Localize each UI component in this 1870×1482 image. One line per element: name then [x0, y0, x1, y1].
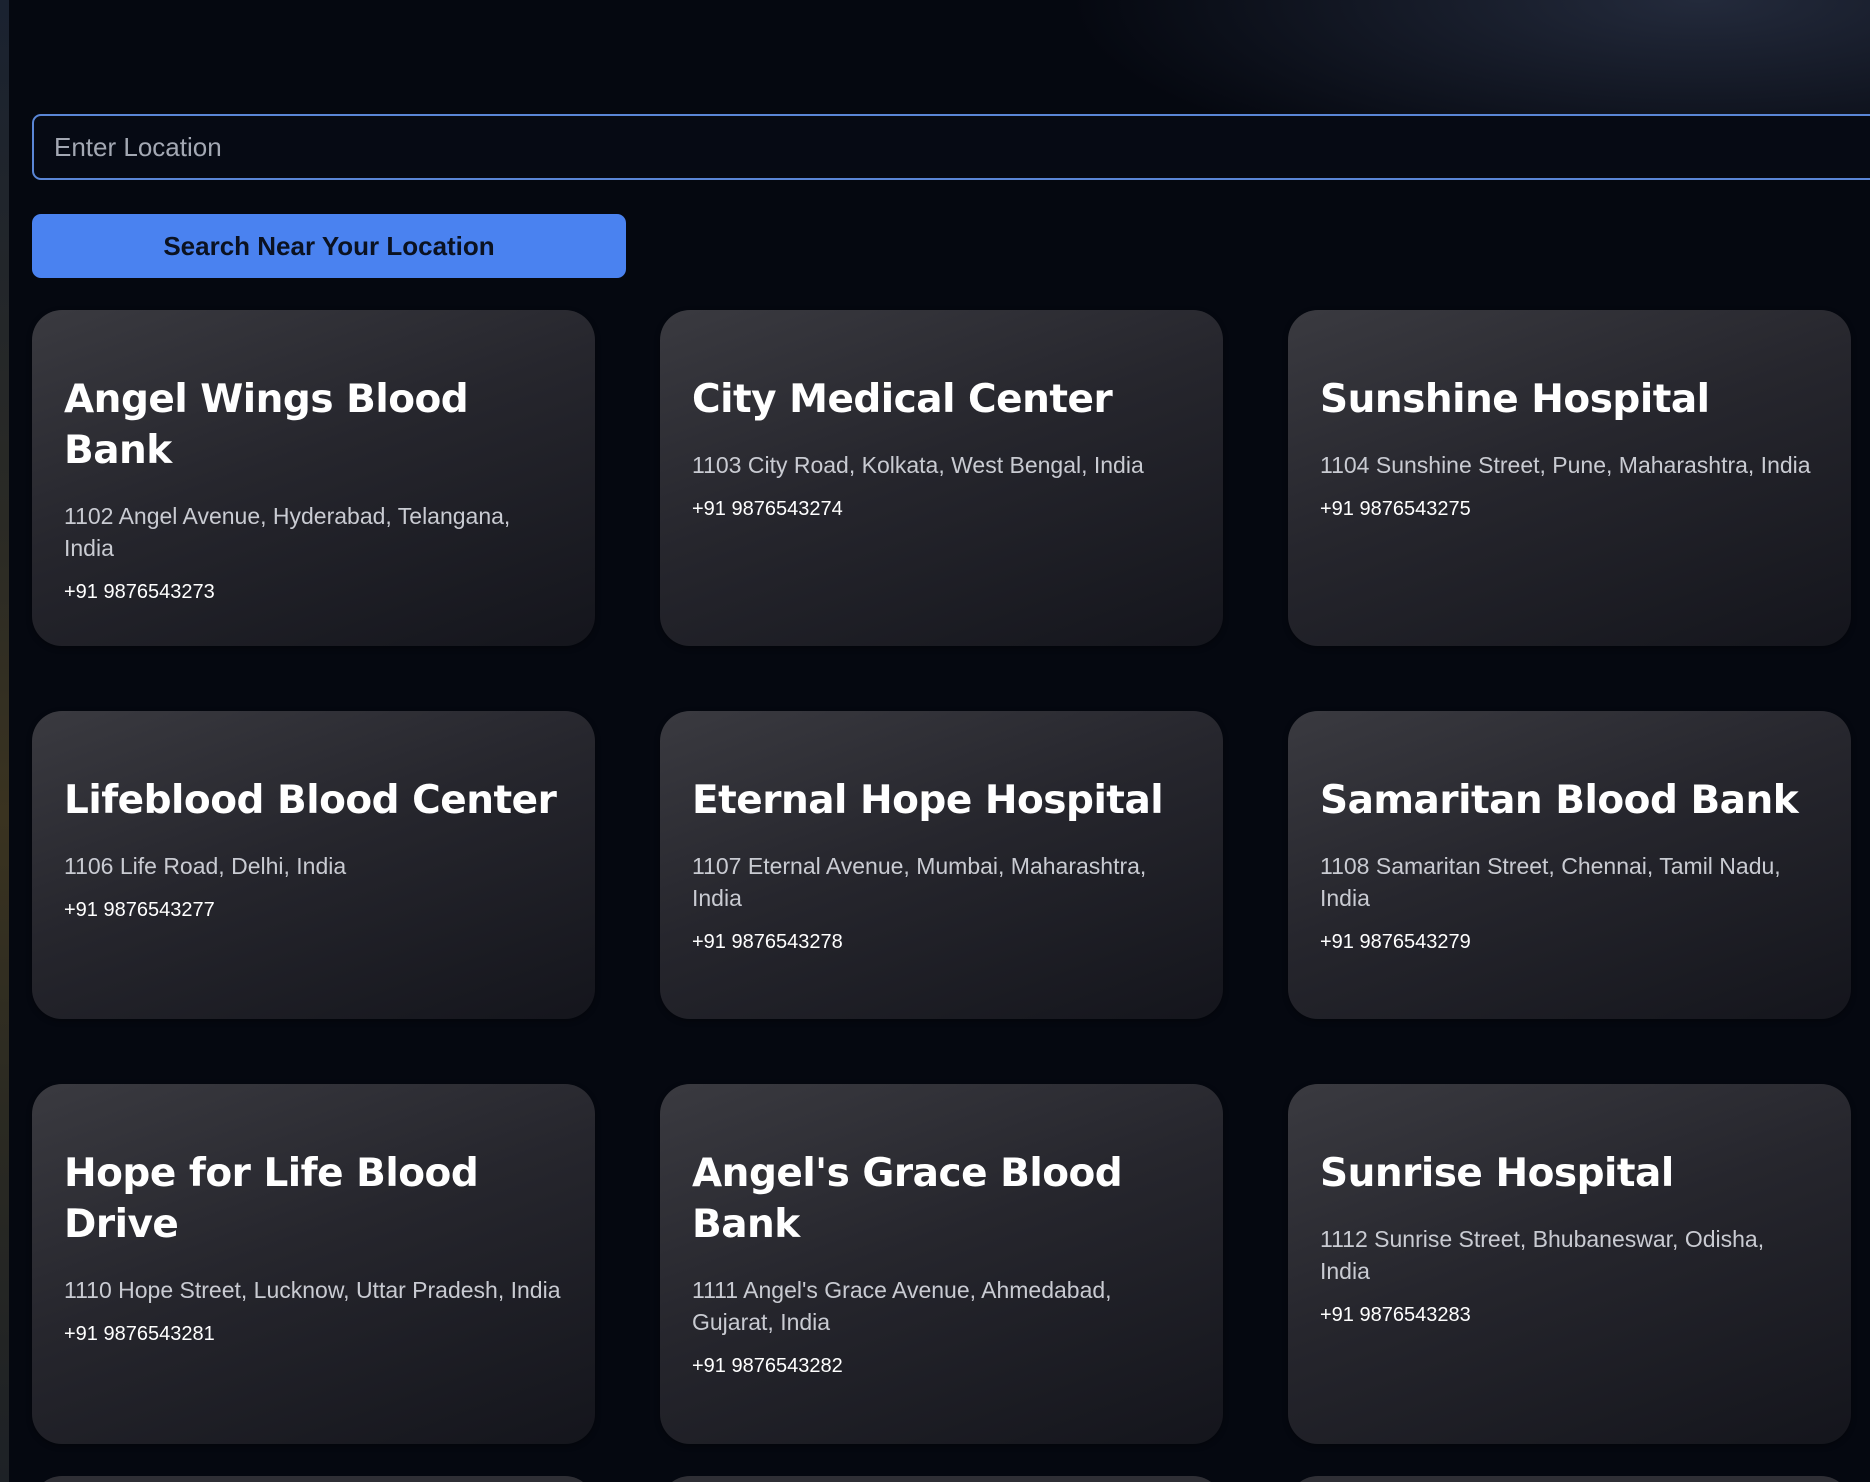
- result-card-peek: [32, 1476, 595, 1482]
- result-card-peek: [1288, 1476, 1851, 1482]
- card-address: 1106 Life Road, Delhi, India: [64, 853, 347, 879]
- card-address: 1111 Angel's Grace Avenue, Ahmedabad, Gu…: [692, 1277, 1112, 1335]
- card-title: Angel's Grace Blood Bank: [692, 1151, 1123, 1247]
- result-card[interactable]: Sunrise Hospital 1112 Sunrise Street, Bh…: [1288, 1084, 1851, 1444]
- result-card[interactable]: Angel Wings Blood Bank 1102 Angel Avenue…: [32, 310, 595, 646]
- card-phone: +91 9876543279: [1320, 931, 1471, 953]
- result-card-peek: [660, 1476, 1223, 1482]
- card-phone: +91 9876543277: [64, 899, 215, 921]
- card-address: 1104 Sunshine Street, Pune, Maharashtra,…: [1320, 452, 1811, 478]
- card-title: Eternal Hope Hospital: [692, 778, 1164, 823]
- location-search-input[interactable]: [32, 114, 1870, 180]
- card-title: Lifeblood Blood Center: [64, 778, 557, 823]
- card-title: Samaritan Blood Bank: [1320, 778, 1799, 823]
- card-phone: +91 9876543282: [692, 1355, 843, 1377]
- card-address: 1102 Angel Avenue, Hyderabad, Telangana,…: [64, 503, 511, 561]
- card-address: 1112 Sunrise Street, Bhubaneswar, Odisha…: [1320, 1226, 1765, 1284]
- search-near-location-button[interactable]: Search Near Your Location: [32, 214, 626, 278]
- results-grid: Angel Wings Blood Bank 1102 Angel Avenue…: [32, 310, 1852, 1444]
- card-phone: +91 9876543273: [64, 581, 215, 603]
- result-card[interactable]: Sunshine Hospital 1104 Sunshine Street, …: [1288, 310, 1851, 646]
- card-title: Sunrise Hospital: [1320, 1151, 1674, 1196]
- result-card[interactable]: Lifeblood Blood Center 1106 Life Road, D…: [32, 711, 595, 1019]
- card-title: Angel Wings Blood Bank: [64, 377, 469, 473]
- result-card[interactable]: Samaritan Blood Bank 1108 Samaritan Stre…: [1288, 711, 1851, 1019]
- page: Search Near Your Location Angel Wings Bl…: [0, 0, 1870, 1482]
- card-address: 1103 City Road, Kolkata, West Bengal, In…: [692, 452, 1144, 478]
- result-card[interactable]: Eternal Hope Hospital 1107 Eternal Avenu…: [660, 711, 1223, 1019]
- card-address: 1110 Hope Street, Lucknow, Uttar Pradesh…: [64, 1277, 561, 1303]
- next-row-cards-peek: [32, 1476, 1852, 1482]
- card-title: Sunshine Hospital: [1320, 377, 1710, 422]
- card-phone: +91 9876543281: [64, 1323, 215, 1345]
- card-phone: +91 9876543278: [692, 931, 843, 953]
- window-edge: [0, 0, 9, 1482]
- card-title: City Medical Center: [692, 377, 1113, 422]
- card-phone: +91 9876543275: [1320, 498, 1471, 520]
- result-card[interactable]: Angel's Grace Blood Bank 1111 Angel's Gr…: [660, 1084, 1223, 1444]
- card-phone: +91 9876543283: [1320, 1304, 1471, 1326]
- card-address: 1107 Eternal Avenue, Mumbai, Maharashtra…: [692, 853, 1147, 911]
- result-card[interactable]: City Medical Center 1103 City Road, Kolk…: [660, 310, 1223, 646]
- card-address: 1108 Samaritan Street, Chennai, Tamil Na…: [1320, 853, 1781, 911]
- card-title: Hope for Life Blood Drive: [64, 1151, 479, 1247]
- result-card[interactable]: Hope for Life Blood Drive 1110 Hope Stre…: [32, 1084, 595, 1444]
- card-phone: +91 9876543274: [692, 498, 843, 520]
